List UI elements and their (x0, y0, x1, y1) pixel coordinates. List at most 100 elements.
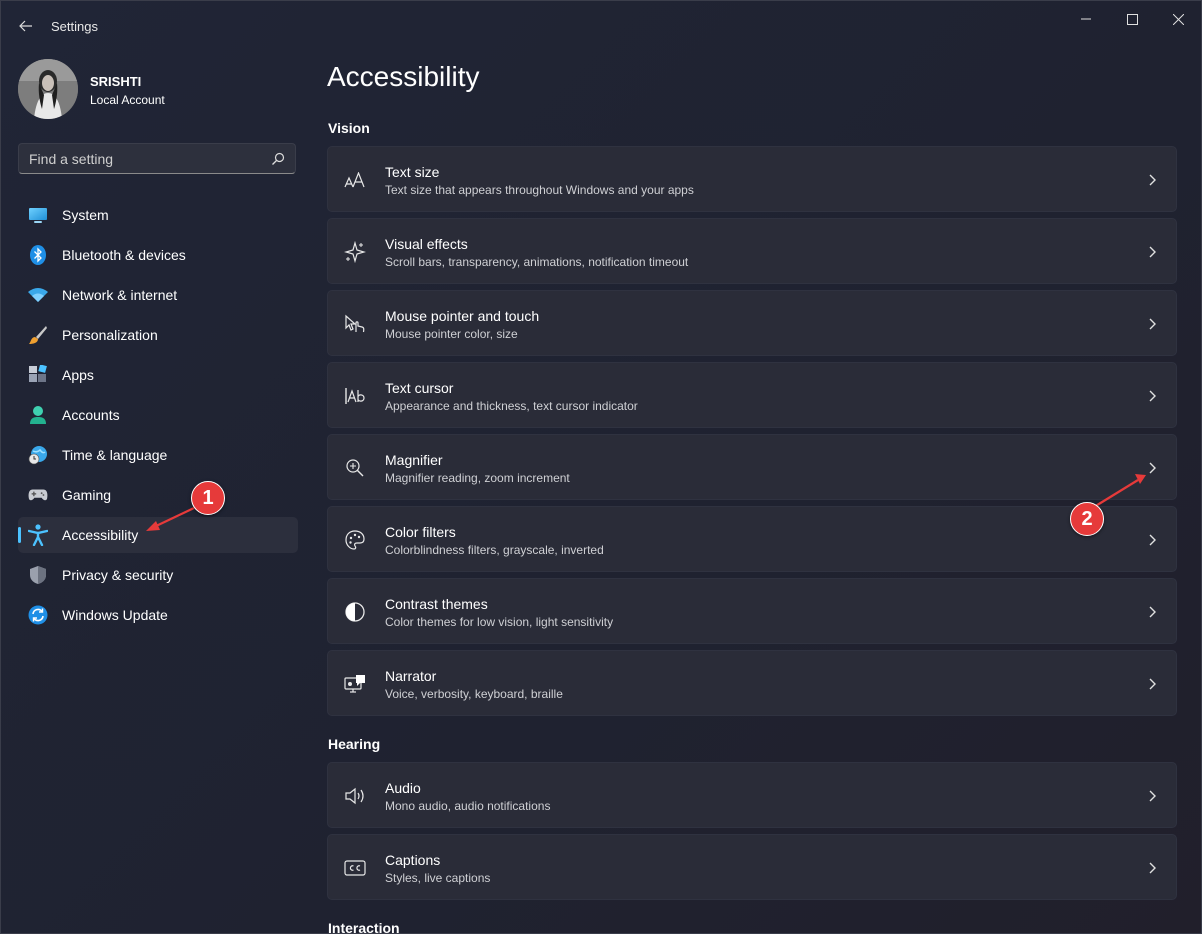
sidebar-item-label: Apps (62, 367, 94, 383)
annotation-badge-2: 2 (1070, 502, 1104, 536)
wifi-icon (28, 285, 48, 305)
sidebar-item-network[interactable]: Network & internet (18, 277, 298, 313)
section-heading-vision: Vision (328, 120, 370, 136)
sidebar-item-label: Windows Update (62, 607, 168, 623)
update-icon (28, 605, 48, 625)
sidebar-item-privacy[interactable]: Privacy & security (18, 557, 298, 593)
page-title: Accessibility (327, 61, 480, 92)
card-description: Color themes for low vision, light sensi… (385, 615, 614, 629)
captions-icon (344, 857, 366, 879)
card-description: Scroll bars, transparency, animations, n… (385, 255, 689, 269)
profile-name: SRISHTI (90, 74, 142, 89)
chevron-right-icon (1149, 678, 1156, 690)
search-box[interactable] (18, 143, 296, 174)
chevron-right-icon (1149, 390, 1156, 402)
card-description: Text size that appears throughout Window… (385, 183, 694, 197)
gamepad-icon (28, 485, 48, 505)
text-cursor-icon (344, 385, 366, 407)
chevron-right-icon (1149, 462, 1156, 474)
card-visual-effects[interactable]: Visual effects Scroll bars, transparency… (327, 218, 1177, 284)
paintbrush-icon (28, 325, 48, 345)
avatar (18, 59, 78, 119)
chevron-right-icon (1149, 246, 1156, 258)
sidebar-item-label: Network & internet (62, 287, 178, 303)
apps-icon (28, 365, 48, 385)
sidebar-item-personalization[interactable]: Personalization (18, 317, 298, 353)
card-description: Colorblindness filters, grayscale, inver… (385, 543, 604, 557)
speaker-icon (344, 785, 366, 807)
card-title: Audio (385, 780, 421, 796)
sidebar-nav: System Bluetooth & devices Network & int… (18, 197, 298, 637)
search-icon[interactable] (271, 152, 285, 166)
chevron-right-icon (1149, 862, 1156, 874)
card-audio[interactable]: Audio Mono audio, audio notifications (327, 762, 1177, 828)
magnifier-icon (344, 457, 366, 479)
globe-clock-icon (28, 445, 48, 465)
narrator-icon (344, 673, 366, 695)
monitor-icon (28, 205, 48, 225)
chevron-right-icon (1149, 534, 1156, 546)
text-size-icon (344, 169, 366, 191)
card-title: Color filters (385, 524, 456, 540)
sidebar-item-accounts[interactable]: Accounts (18, 397, 298, 433)
chevron-right-icon (1149, 790, 1156, 802)
minimize-icon (1081, 18, 1091, 20)
card-description: Mono audio, audio notifications (385, 799, 551, 813)
sidebar-item-accessibility[interactable]: Accessibility (18, 517, 298, 553)
accessibility-icon (28, 524, 48, 546)
search-input[interactable] (29, 144, 259, 173)
shield-icon (28, 565, 48, 585)
section-heading-interaction: Interaction (328, 920, 400, 934)
sidebar-item-label: Time & language (62, 447, 168, 463)
close-button[interactable] (1155, 5, 1201, 33)
settings-window: Settings SRISHTI Local Account Find a se… (0, 0, 1202, 934)
close-icon (1172, 13, 1184, 25)
person-icon (28, 405, 48, 425)
chevron-right-icon (1149, 606, 1156, 618)
pointer-touch-icon (344, 313, 366, 335)
card-text-size[interactable]: Text size Text size that appears through… (327, 146, 1177, 212)
active-indicator (18, 527, 21, 543)
card-title: Magnifier (385, 452, 443, 468)
sidebar-item-label: Gaming (62, 487, 112, 503)
app-title: Settings (51, 19, 98, 34)
sidebar-item-bluetooth[interactable]: Bluetooth & devices (18, 237, 298, 273)
chevron-right-icon (1149, 318, 1156, 330)
card-captions[interactable]: Captions Styles, live captions (327, 834, 1177, 900)
back-arrow-icon (19, 20, 32, 32)
card-title: Captions (385, 852, 441, 868)
card-description: Magnifier reading, zoom increment (385, 471, 570, 485)
back-button[interactable] (11, 11, 41, 41)
card-color-filters[interactable]: Color filters Colorblindness filters, gr… (327, 506, 1177, 572)
card-description: Styles, live captions (385, 871, 491, 885)
section-heading-hearing: Hearing (328, 736, 381, 752)
card-contrast-themes[interactable]: Contrast themes Color themes for low vis… (327, 578, 1177, 644)
card-description: Appearance and thickness, text cursor in… (385, 399, 638, 413)
card-title: Text cursor (385, 380, 454, 396)
annotation-badge-1: 1 (191, 481, 225, 515)
sidebar-item-system[interactable]: System (18, 197, 298, 233)
card-mouse-pointer-touch[interactable]: Mouse pointer and touch Mouse pointer co… (327, 290, 1177, 356)
sidebar-item-apps[interactable]: Apps (18, 357, 298, 393)
user-profile[interactable]: SRISHTI Local Account (18, 59, 298, 119)
card-magnifier[interactable]: Magnifier Magnifier reading, zoom increm… (327, 434, 1177, 500)
sparkle-icon (344, 241, 366, 263)
card-narrator[interactable]: Narrator Voice, verbosity, keyboard, bra… (327, 650, 1177, 716)
card-text-cursor[interactable]: Text cursor Appearance and thickness, te… (327, 362, 1177, 428)
profile-account-type: Local Account (90, 93, 165, 107)
sidebar-item-windows-update[interactable]: Windows Update (18, 597, 298, 633)
card-title: Narrator (385, 668, 437, 684)
sidebar-item-gaming[interactable]: Gaming (18, 477, 298, 513)
sidebar-item-label: System (62, 207, 109, 223)
chevron-right-icon (1149, 174, 1156, 186)
title-bar: Settings (1, 1, 1201, 51)
sidebar-item-label: Accessibility (62, 527, 139, 543)
maximize-button[interactable] (1109, 5, 1155, 33)
card-description: Voice, verbosity, keyboard, braille (385, 687, 563, 701)
card-title: Text size (385, 164, 440, 180)
sidebar-item-time-language[interactable]: Time & language (18, 437, 298, 473)
card-title: Visual effects (385, 236, 468, 252)
bluetooth-icon (28, 245, 48, 265)
card-description: Mouse pointer color, size (385, 327, 518, 341)
minimize-button[interactable] (1063, 5, 1109, 33)
